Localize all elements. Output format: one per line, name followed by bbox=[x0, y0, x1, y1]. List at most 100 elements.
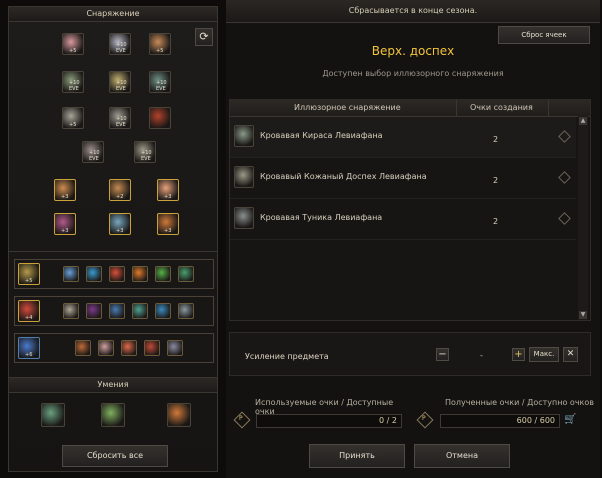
set-item-slot[interactable] bbox=[121, 340, 137, 356]
set-item-slot[interactable] bbox=[178, 303, 194, 319]
item-name: Кровавая Туника Левиафана bbox=[260, 213, 383, 222]
season-notice: Сбрасывается в конце сезона. bbox=[226, 0, 600, 23]
reset-cells-button[interactable]: Сброс ячеек bbox=[498, 26, 590, 44]
slot-level: +5 bbox=[69, 48, 77, 54]
table-row[interactable]: Кровавый Кожаный Доспех Левиафана 2 bbox=[230, 158, 576, 199]
equipment-slot[interactable]: +10 EVE bbox=[149, 71, 171, 93]
divider bbox=[9, 251, 217, 252]
select-diamond-icon[interactable] bbox=[558, 212, 571, 225]
set-item-slot[interactable] bbox=[132, 303, 148, 319]
set-item-slot[interactable] bbox=[144, 340, 160, 356]
slot-level: +3 bbox=[61, 228, 69, 234]
equipment-slot[interactable]: +5 bbox=[62, 107, 84, 129]
equipment-slot[interactable]: +3 bbox=[54, 179, 76, 201]
equipment-slot[interactable]: +2 bbox=[109, 179, 131, 201]
skill-slot[interactable] bbox=[167, 403, 191, 427]
category-title: Верх. доспех bbox=[371, 44, 455, 58]
set-row: +4 bbox=[14, 296, 214, 326]
enhance-bar: Усиление предмета − - + Макс. ✕ bbox=[229, 332, 591, 376]
slot-level: +5 bbox=[156, 48, 164, 54]
slot-level: +3 bbox=[116, 228, 124, 234]
item-points: 2 bbox=[493, 135, 499, 144]
slot-level: +3 bbox=[164, 228, 172, 234]
enhance-label: Усиление предмета bbox=[245, 352, 329, 361]
scroll-down-icon[interactable]: ▼ bbox=[579, 311, 587, 319]
armor-icon bbox=[234, 207, 254, 229]
set-main-slot[interactable]: +4 bbox=[18, 300, 40, 322]
slot-level: +10 EVE bbox=[156, 80, 167, 92]
cart-icon[interactable]: 🛒 bbox=[564, 414, 582, 426]
scrollbar[interactable]: ▲ ▼ bbox=[578, 116, 588, 320]
equipment-panel: Снаряжение ⟳ +5 +10 EVE +5 +10 EVE +10 EVE +1… bbox=[8, 6, 218, 472]
category-subtitle: Доступен выбор иллюзорного снаряжения bbox=[322, 69, 504, 78]
col-illusion-header: Иллюзорное снаряжение bbox=[294, 103, 401, 112]
slot-level: +3 bbox=[164, 194, 172, 200]
set-item-slot[interactable] bbox=[63, 303, 79, 319]
set-main-slot[interactable]: +6 bbox=[18, 337, 40, 359]
equipment-slot[interactable]: +10 EVE bbox=[109, 33, 131, 55]
skill-slot[interactable] bbox=[41, 403, 65, 427]
points-icon-label: P bbox=[422, 415, 426, 422]
equipment-slot[interactable]: +10 EVE bbox=[62, 71, 84, 93]
refresh-button[interactable]: ⟳ bbox=[195, 28, 213, 46]
set-item-slot[interactable] bbox=[63, 266, 79, 282]
armor-icon bbox=[234, 125, 254, 147]
skill-slot[interactable] bbox=[101, 403, 125, 427]
table-row[interactable]: Кровавая Кираса Левиафана 2 bbox=[230, 117, 576, 158]
select-diamond-icon[interactable] bbox=[558, 171, 571, 184]
equipment-slot[interactable]: +3 bbox=[157, 179, 179, 201]
points-got-label: Полученные очки / Доступно очков bbox=[445, 398, 594, 407]
equipment-slot[interactable]: +10 EVE bbox=[109, 107, 131, 129]
max-button[interactable]: Макс. bbox=[529, 347, 559, 362]
set-item-slot[interactable] bbox=[109, 266, 125, 282]
set-item-slot[interactable] bbox=[109, 303, 125, 319]
set-row: +5 bbox=[14, 259, 214, 289]
slot-level: +3 bbox=[61, 194, 69, 200]
set-main-slot[interactable]: +5 bbox=[18, 263, 40, 285]
equipment-slot[interactable]: +3 bbox=[157, 213, 179, 235]
reset-all-button[interactable]: Сбросить все bbox=[62, 445, 168, 467]
set-item-slot[interactable] bbox=[155, 266, 171, 282]
equipment-slot[interactable]: +10 EVE bbox=[82, 141, 104, 163]
slot-level: +5 bbox=[25, 278, 33, 284]
item-points: 2 bbox=[493, 217, 499, 226]
slot-level: +5 bbox=[69, 122, 77, 128]
points-got-field: 600 / 600 bbox=[440, 414, 560, 428]
armor-icon bbox=[234, 166, 254, 188]
set-item-slot[interactable] bbox=[75, 340, 91, 356]
item-name: Кровавая Кираса Левиафана bbox=[260, 131, 383, 140]
minus-button[interactable]: − bbox=[436, 348, 449, 361]
set-item-slot[interactable] bbox=[155, 303, 171, 319]
set-item-slot[interactable] bbox=[98, 340, 114, 356]
accept-button[interactable]: Принять bbox=[309, 444, 405, 468]
points-used-field: 0 / 2 bbox=[256, 414, 402, 428]
equipment-slot[interactable]: +3 bbox=[109, 213, 131, 235]
select-diamond-icon[interactable] bbox=[558, 130, 571, 143]
points-icon-label: P bbox=[239, 415, 243, 422]
set-item-slot[interactable] bbox=[132, 266, 148, 282]
equipment-slot[interactable]: +5 bbox=[62, 33, 84, 55]
set-item-slot[interactable] bbox=[167, 340, 183, 356]
scroll-up-icon[interactable]: ▲ bbox=[579, 117, 587, 125]
clear-button[interactable]: ✕ bbox=[563, 347, 578, 362]
set-item-slot[interactable] bbox=[86, 303, 102, 319]
slot-level: +10 EVE bbox=[141, 150, 152, 162]
cancel-button[interactable]: Отмена bbox=[414, 444, 510, 468]
equipment-slot[interactable]: +3 bbox=[54, 213, 76, 235]
equipment-slot[interactable] bbox=[149, 107, 171, 129]
main-panel: Сбрасывается в конце сезона. Сброс ячеек… bbox=[226, 0, 600, 478]
set-item-slot[interactable] bbox=[178, 266, 194, 282]
slot-level: +4 bbox=[25, 315, 33, 321]
set-item-slot[interactable] bbox=[86, 266, 102, 282]
item-points: 2 bbox=[493, 176, 499, 185]
equipment-slot[interactable]: +10 EVE bbox=[134, 141, 156, 163]
equipment-slot[interactable]: +5 bbox=[149, 33, 171, 55]
slot-level: +10 EVE bbox=[89, 150, 100, 162]
table-row[interactable]: Кровавая Туника Левиафана 2 bbox=[230, 199, 576, 240]
illusion-table: Иллюзорное снаряжение Очки создания Кров… bbox=[229, 99, 591, 321]
divider bbox=[548, 100, 549, 116]
points-used-box: P Используемые очки / Доступные очки 0 /… bbox=[229, 392, 410, 432]
table-header: Иллюзорное снаряжение Очки создания bbox=[230, 100, 590, 117]
equipment-slot[interactable]: +10 EVE bbox=[109, 71, 131, 93]
plus-button[interactable]: + bbox=[512, 348, 525, 361]
